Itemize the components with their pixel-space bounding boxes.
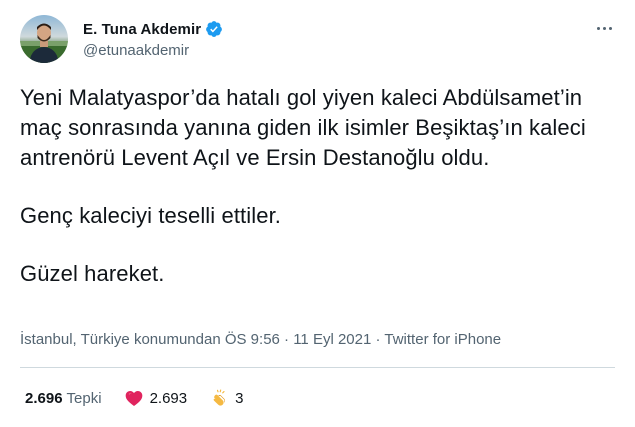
name-row: E. Tuna Akdemir [83,19,223,39]
handle[interactable]: @etunaakdemir [83,42,223,59]
heart-reaction[interactable]: 2.693 [124,388,188,408]
clapping-hands-icon [209,388,229,408]
dot [602,26,606,30]
dot [596,26,600,30]
more-options-icon[interactable] [593,18,615,38]
tweet-paragraph: Genç kaleciyi teselli ettiler. [20,203,281,228]
dot [608,26,612,30]
reactions-total-label: Tepki [66,389,102,407]
reactions-total[interactable]: 2.696 Tepki [25,390,102,407]
tweet-card: E. Tuna Akdemir @etunaakdemir Yeni Malat… [0,0,635,427]
heart-count: 2.693 [149,389,188,407]
tweet-paragraph: Güzel hareket. [20,261,165,286]
avatar[interactable] [20,15,68,63]
divider [20,367,615,368]
author-block: E. Tuna Akdemir @etunaakdemir [83,19,223,59]
heart-icon [124,388,144,408]
source-link[interactable]: Twitter for iPhone [384,331,501,348]
verified-badge-icon [205,20,223,38]
tweet-meta: İstanbul, Türkiye konumundan ÖS 9:56 · 1… [20,331,501,348]
reactions-total-count: 2.696 [25,389,63,407]
clap-reaction[interactable]: 3 [209,388,243,408]
clap-count: 3 [235,389,244,407]
location-timestamp[interactable]: İstanbul, Türkiye konumundan ÖS 9:56 · 1… [20,331,384,348]
tweet-paragraph: Yeni Malatyaspor’da hatalı gol yiyen kal… [20,85,586,170]
display-name[interactable]: E. Tuna Akdemir [83,21,201,38]
tweet-text: Yeni Malatyaspor’da hatalı gol yiyen kal… [20,83,620,289]
reactions-bar: 2.696 Tepki 2.693 3 [25,388,243,408]
